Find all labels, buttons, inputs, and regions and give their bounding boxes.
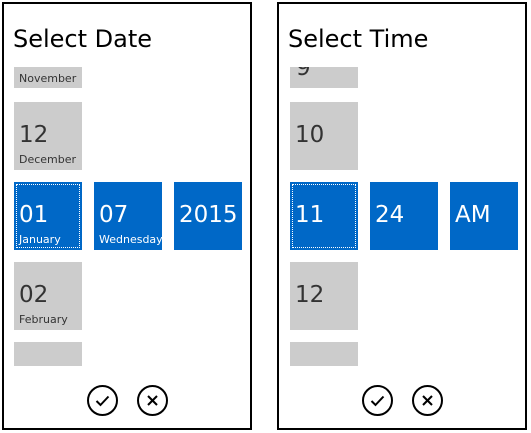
month-tile-march[interactable] xyxy=(14,342,82,366)
cancel-button[interactable] xyxy=(412,385,443,416)
month-label: November xyxy=(19,72,77,85)
date-picker-panel: Select Date November 12 December 01 Janu… xyxy=(2,2,252,430)
year-number: 2015 xyxy=(179,202,238,228)
close-icon xyxy=(147,395,158,406)
month-number: 01 xyxy=(19,202,49,228)
month-tile-november[interactable]: November xyxy=(14,67,82,88)
month-selected-tile[interactable]: 01 January xyxy=(14,182,82,250)
hour-number: 11 xyxy=(295,202,325,228)
month-label: December xyxy=(19,153,77,166)
month-label: January xyxy=(19,233,61,246)
minute-selected-tile[interactable]: 24 xyxy=(370,182,438,250)
month-label: February xyxy=(19,313,68,326)
hour-number: 10 xyxy=(295,122,325,148)
weekday-label: Wednesday xyxy=(99,233,163,246)
accept-button[interactable] xyxy=(362,385,393,416)
panel-title: Select Date xyxy=(13,25,153,53)
month-tile-february[interactable]: 02 February xyxy=(14,262,82,330)
checkmark-icon xyxy=(95,395,110,407)
period-label: AM xyxy=(455,202,491,228)
hour-number-partial: 9 xyxy=(296,67,311,81)
time-picker-panel: Select Time 9 10 11 24 AM 12 xyxy=(277,2,527,430)
minute-number: 24 xyxy=(375,202,405,228)
panel-title: Select Time xyxy=(288,25,429,53)
cancel-button[interactable] xyxy=(137,385,168,416)
accept-button[interactable] xyxy=(87,385,118,416)
hour-selected-tile[interactable]: 11 xyxy=(290,182,358,250)
hour-tile-1[interactable] xyxy=(290,342,358,366)
day-number: 07 xyxy=(99,202,129,228)
day-selected-tile[interactable]: 07 Wednesday xyxy=(94,182,163,250)
period-selected-tile[interactable]: AM xyxy=(450,182,518,250)
hour-tile-12[interactable]: 12 xyxy=(290,262,358,330)
month-tile-december[interactable]: 12 December xyxy=(14,102,82,170)
checkmark-icon xyxy=(370,395,385,407)
month-number: 02 xyxy=(19,282,49,308)
year-selected-tile[interactable]: 2015 xyxy=(174,182,242,250)
hour-tile-10[interactable]: 10 xyxy=(290,102,358,170)
hour-tile-9[interactable]: 9 xyxy=(290,67,358,88)
month-number: 12 xyxy=(19,122,49,148)
close-icon xyxy=(422,395,433,406)
hour-number: 12 xyxy=(295,282,325,308)
